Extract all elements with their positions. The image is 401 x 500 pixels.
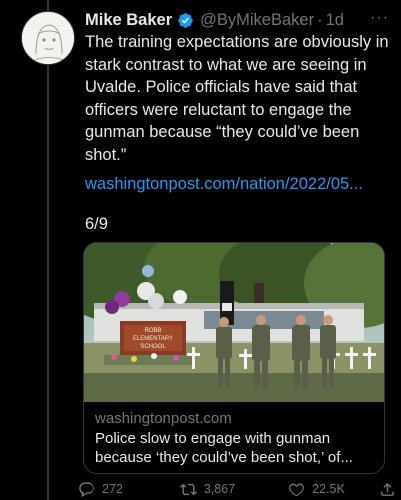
author-name[interactable]: Mike Baker: [85, 11, 172, 30]
card-photo: ROBB ELEMENTARY SCHOOL: [84, 243, 384, 402]
retweet-count: 3,867: [203, 482, 236, 496]
tweet-text: The training expectations are obviously …: [85, 33, 389, 164]
action-bar: 272 3,867 22.5K: [78, 479, 398, 499]
tweet-link[interactable]: washingtonpost.com/nation/2022/05...: [85, 175, 363, 194]
retweet-icon: [179, 483, 197, 495]
like-count: 22.5K: [312, 482, 345, 496]
reply-icon: [79, 481, 94, 497]
thread-line: [47, 0, 49, 500]
reply-button[interactable]: 272: [78, 481, 123, 498]
like-button[interactable]: 22.5K: [288, 481, 345, 498]
thread-position: 6/9: [85, 215, 108, 233]
heart-icon: [289, 483, 305, 496]
reply-count: 272: [102, 482, 123, 496]
share-icon: [380, 482, 394, 496]
more-icon[interactable]: ···: [370, 9, 389, 27]
avatar[interactable]: [21, 11, 75, 65]
tweet-header: Mike Baker @ByMikeBaker · 1d ···: [85, 9, 389, 31]
link-card[interactable]: ROBB ELEMENTARY SCHOOL washingtonpost.co…: [83, 242, 385, 474]
separator-dot: ·: [317, 10, 323, 29]
sign-line-2: ELEMENTARY: [133, 336, 173, 342]
verified-badge-icon: [177, 12, 194, 29]
card-title: Police slow to engage with gunman becaus…: [95, 430, 353, 466]
timestamp[interactable]: 1d: [326, 11, 344, 30]
author-handle[interactable]: @ByMikeBaker: [200, 11, 314, 30]
sign-line-3: SCHOOL: [140, 344, 166, 350]
share-button[interactable]: [379, 481, 401, 498]
avatar-sketch-icon: [22, 12, 74, 64]
sign-line-1: ROBB: [144, 328, 161, 334]
card-domain: washingtonpost.com: [95, 410, 232, 427]
retweet-button[interactable]: 3,867: [179, 481, 236, 498]
